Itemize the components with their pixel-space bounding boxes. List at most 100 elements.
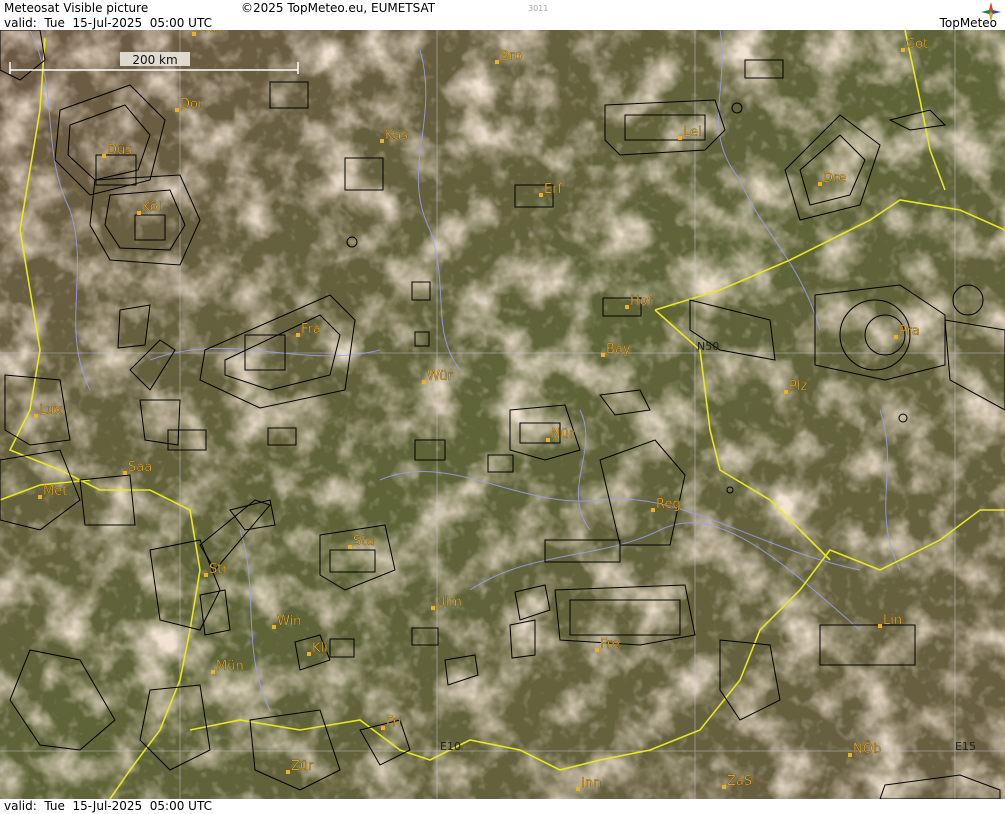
city-dot: [380, 139, 384, 143]
city-label: Inn: [581, 776, 601, 791]
satellite-map[interactable]: 200 km N50 E10 E15 Mün Bro Cot Dor Kas Lei Düs Er…: [0, 30, 1005, 799]
city-label: Zür: [291, 759, 314, 774]
city-marker[interactable]: Bay: [601, 342, 631, 357]
city-dot: [102, 154, 106, 158]
city-marker[interactable]: Cot: [901, 37, 928, 52]
city-label: Dre: [823, 171, 846, 186]
header-bar: Meteosat Visible picture ©2025 TopMeteo.…: [0, 0, 1005, 30]
city-label: Plz: [789, 379, 807, 394]
city-label: Nür: [551, 427, 575, 442]
image-code: 3011: [528, 4, 549, 13]
city-label: Erf: [544, 182, 563, 197]
city-dot: [137, 211, 141, 215]
city-label: Win: [277, 614, 301, 629]
city-label: Fra: [301, 322, 321, 337]
city-dot: [576, 787, 580, 791]
city-dot: [722, 785, 726, 789]
city-dot: [894, 335, 898, 339]
city-dot: [431, 606, 435, 610]
city-marker[interactable]: Mün: [211, 659, 244, 674]
city-marker[interactable]: Mün: [192, 30, 225, 36]
city-label: Lux: [39, 403, 62, 418]
city-marker[interactable]: Nür: [546, 427, 575, 442]
grid-label: E10: [440, 740, 461, 753]
city-label: Reg: [656, 497, 681, 512]
map-frame: Meteosat Visible picture ©2025 TopMeteo.…: [0, 0, 1005, 814]
city-dot: [546, 438, 550, 442]
city-label: Mün: [197, 30, 225, 36]
city-label: Pra: [899, 324, 920, 339]
city-marker[interactable]: Hof: [625, 294, 653, 309]
city-label: Dor: [180, 97, 204, 112]
city-dot: [348, 545, 352, 549]
city-dot: [651, 508, 655, 512]
city-dot: [211, 670, 215, 674]
city-dot: [818, 182, 822, 186]
city-marker[interactable]: Reg: [651, 497, 681, 512]
city-marker[interactable]: Ulm: [431, 595, 462, 610]
city-label: Wür: [427, 369, 454, 384]
city-label: Lei: [683, 125, 702, 140]
city-marker[interactable]: Met: [38, 484, 67, 499]
grid-label: E15: [955, 740, 976, 753]
city-marker[interactable]: Dre: [818, 171, 846, 186]
city-dot: [204, 573, 208, 577]
city-label: Ulm: [436, 595, 462, 610]
city-marker[interactable]: Dor: [175, 97, 204, 112]
city-label: Kas: [385, 128, 408, 143]
city-marker[interactable]: Bro: [495, 49, 522, 64]
city-dot: [595, 648, 599, 652]
city-marker[interactable]: Saa: [123, 460, 152, 475]
city-label: Fri: [386, 715, 402, 730]
footer-bar: valid: Tue 15-Jul-2025 05:00 UTC: [0, 799, 1005, 814]
city-marker[interactable]: NÖb: [848, 740, 881, 757]
city-marker[interactable]: Kas: [380, 128, 408, 143]
city-dot: [38, 495, 42, 499]
city-marker[interactable]: ZaS: [722, 774, 752, 789]
city-dot: [625, 305, 629, 309]
city-label: Stu: [353, 534, 375, 549]
city-dot: [286, 770, 290, 774]
scale-bar-label: 200 km: [132, 53, 177, 67]
city-label: Lin: [883, 613, 902, 628]
city-dot: [307, 652, 311, 656]
city-dot: [192, 32, 196, 36]
valid-time: valid: Tue 15-Jul-2025 05:00 UTC: [4, 16, 212, 30]
city-dot: [495, 60, 499, 64]
city-label: NÖb: [853, 740, 881, 757]
city-dot: [123, 471, 127, 475]
city-label: Saa: [128, 460, 152, 475]
city-label: Cot: [906, 37, 928, 52]
city-label: Mün: [216, 659, 244, 674]
city-marker[interactable]: Düs: [102, 143, 132, 158]
city-marker[interactable]: Zür: [286, 759, 314, 774]
city-dot: [272, 625, 276, 629]
city-marker[interactable]: Wür: [422, 369, 454, 384]
city-dot: [296, 333, 300, 337]
city-dot: [34, 414, 38, 418]
copyright-text: ©2025 TopMeteo.eu, EUMETSAT: [241, 1, 436, 15]
city-dot: [678, 136, 682, 140]
city-label: Str: [209, 562, 228, 577]
city-label: Köl: [142, 200, 161, 215]
product-title: Meteosat Visible picture: [4, 1, 149, 15]
city-label: ZaS: [727, 774, 752, 789]
logo-text: TopMeteo: [939, 16, 997, 30]
city-dot: [381, 726, 385, 730]
city-dot: [784, 390, 788, 394]
cloud-texture-layer: [0, 30, 1005, 799]
city-dot: [848, 753, 852, 757]
city-marker[interactable]: Lux: [34, 403, 62, 418]
city-label: Bay: [606, 342, 631, 357]
city-dot: [539, 193, 543, 197]
city-dot: [601, 353, 605, 357]
topmeteo-logo: TopMeteo: [905, 2, 1001, 30]
city-label: Hof: [630, 294, 653, 309]
city-marker[interactable]: Win: [272, 614, 302, 629]
city-dot: [175, 108, 179, 112]
city-label: Düs: [107, 143, 132, 158]
city-dot: [422, 380, 426, 384]
city-label: Fre: [600, 637, 620, 652]
footer-valid-time: valid: Tue 15-Jul-2025 05:00 UTC: [4, 799, 212, 813]
city-label: Kli: [312, 641, 328, 656]
